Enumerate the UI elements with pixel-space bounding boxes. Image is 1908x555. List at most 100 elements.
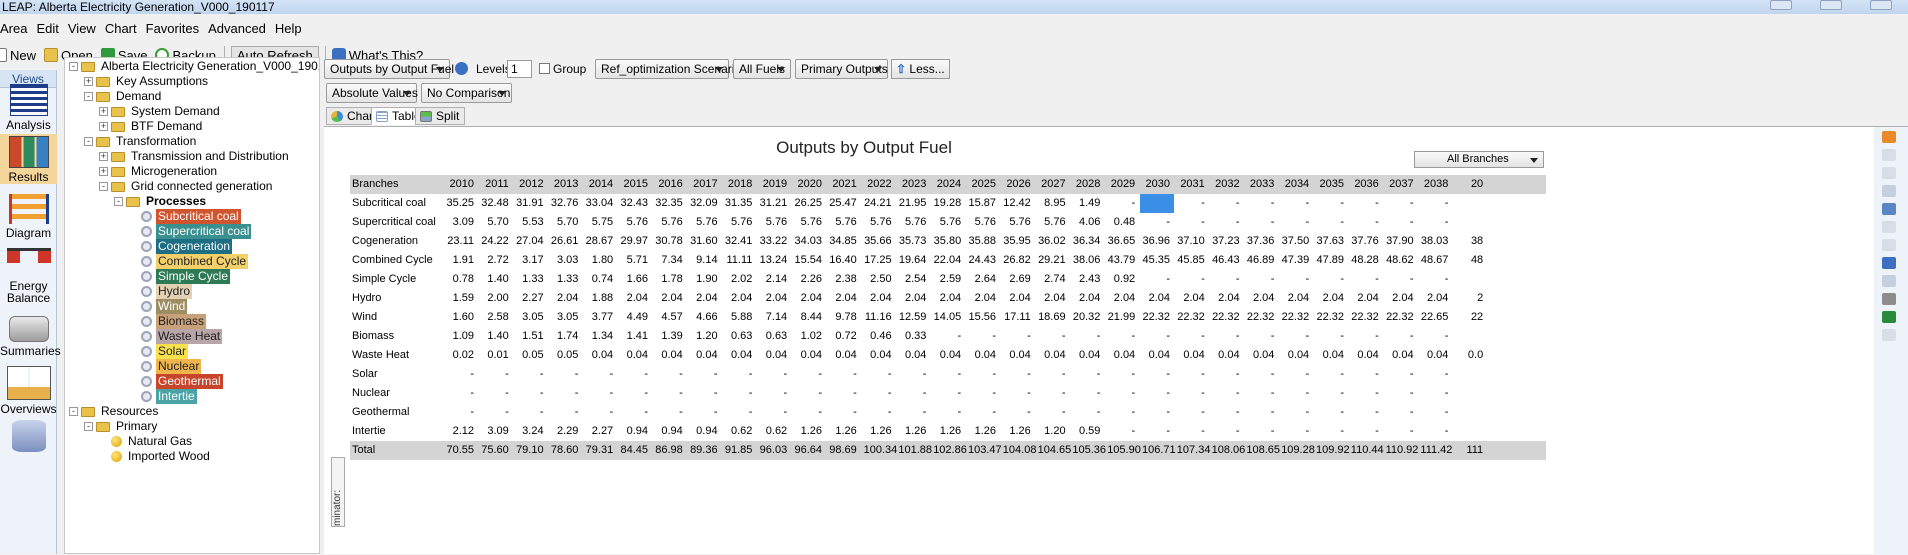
value-cell[interactable]: 35.25 bbox=[446, 194, 474, 213]
year-header[interactable]: 2023 bbox=[898, 175, 926, 194]
value-cell[interactable]: 5.76 bbox=[655, 213, 682, 232]
value-cell[interactable]: 0.74 bbox=[585, 270, 613, 289]
value-cell[interactable]: 48 bbox=[1455, 251, 1483, 270]
value-cell[interactable]: - bbox=[1281, 422, 1310, 441]
value-cell[interactable]: 4.06 bbox=[1072, 213, 1100, 232]
value-cell[interactable]: 0.48 bbox=[1107, 213, 1135, 232]
value-cell[interactable]: 47.89 bbox=[1316, 251, 1344, 270]
value-cell[interactable]: - bbox=[1351, 365, 1379, 384]
tree-root[interactable]: - Alberta Electricity Generation_V000_190… bbox=[69, 59, 319, 74]
value-cell[interactable]: - bbox=[1212, 422, 1240, 441]
value-cell[interactable]: 2.04 bbox=[794, 289, 822, 308]
value-cell[interactable]: 2.27 bbox=[516, 289, 543, 308]
value-cell[interactable]: 0.01 bbox=[481, 346, 508, 365]
expand-icon[interactable]: + bbox=[84, 77, 93, 86]
value-cell[interactable]: 2.04 bbox=[864, 289, 891, 308]
value-cell[interactable]: 15.54 bbox=[794, 251, 822, 270]
value-cell[interactable]: 48.67 bbox=[1420, 251, 1449, 270]
year-header[interactable]: 2021 bbox=[829, 175, 856, 194]
tree-process-biomass[interactable]: Biomass bbox=[129, 314, 207, 329]
value-cell[interactable]: 2.27 bbox=[585, 422, 613, 441]
value-cell[interactable]: 105.36 bbox=[1072, 441, 1106, 460]
value-cell[interactable]: 0.04 bbox=[585, 346, 613, 365]
value-cell[interactable]: 2.12 bbox=[446, 422, 474, 441]
value-cell[interactable]: - bbox=[690, 365, 718, 384]
value-cell[interactable]: 1.59 bbox=[446, 289, 474, 308]
branch-cell[interactable]: Solar bbox=[352, 365, 378, 384]
value-cell[interactable]: - bbox=[1351, 384, 1379, 403]
menu-view[interactable]: View bbox=[68, 21, 105, 36]
value-cell[interactable]: 0.04 bbox=[1003, 346, 1030, 365]
value-cell[interactable]: 0.04 bbox=[1142, 346, 1170, 365]
value-cell[interactable]: 2.02 bbox=[724, 270, 752, 289]
value-cell[interactable]: 0.33 bbox=[898, 327, 926, 346]
value-cell[interactable]: 0.62 bbox=[724, 422, 752, 441]
value-cell[interactable]: 111.42 bbox=[1420, 441, 1452, 460]
value-cell[interactable]: 0.59 bbox=[1072, 422, 1100, 441]
value-cell[interactable]: 3.09 bbox=[446, 213, 474, 232]
value-cell[interactable]: 5.76 bbox=[968, 213, 996, 232]
value-cell[interactable]: 4.49 bbox=[620, 308, 648, 327]
value-cell[interactable]: 5.88 bbox=[724, 308, 752, 327]
value-cell[interactable]: 100.34 bbox=[864, 441, 898, 460]
collapse-icon[interactable]: - bbox=[69, 62, 78, 71]
value-cell[interactable]: 15.56 bbox=[968, 308, 996, 327]
value-cell[interactable]: - bbox=[1107, 327, 1136, 346]
tree-tnd[interactable]: + Transmission and Distribution bbox=[99, 149, 291, 164]
value-cell[interactable]: 1.26 bbox=[864, 422, 891, 441]
value-cell[interactable]: 0.04 bbox=[759, 346, 787, 365]
value-cell[interactable]: - bbox=[1386, 270, 1414, 289]
tree-process-solar[interactable]: Solar bbox=[129, 344, 189, 359]
value-cell[interactable]: 0.04 bbox=[1107, 346, 1135, 365]
value-cell[interactable]: 9.78 bbox=[829, 308, 856, 327]
value-cell[interactable]: 109.28 bbox=[1281, 441, 1315, 460]
value-cell[interactable]: 21.95 bbox=[898, 194, 927, 213]
scenario-combo[interactable]: Ref_optimization Scenario bbox=[595, 59, 741, 79]
value-cell[interactable]: - bbox=[1072, 403, 1101, 422]
view-diagram[interactable]: Diagram bbox=[0, 194, 57, 240]
value-cell[interactable]: 38.06 bbox=[1072, 251, 1101, 270]
value-cell[interactable]: 36.34 bbox=[1072, 232, 1101, 251]
value-cell[interactable]: - bbox=[550, 384, 579, 403]
value-cell[interactable]: 45.85 bbox=[1177, 251, 1205, 270]
value-cell[interactable]: 0.04 bbox=[829, 346, 856, 365]
value-cell[interactable]: - bbox=[968, 384, 996, 403]
value-cell[interactable]: 5.70 bbox=[550, 213, 578, 232]
value-cell[interactable]: 1.33 bbox=[550, 270, 578, 289]
value-cell[interactable]: 1.49 bbox=[1072, 194, 1100, 213]
value-cell[interactable]: - bbox=[585, 365, 614, 384]
value-cell[interactable]: 1.20 bbox=[1038, 422, 1065, 441]
value-cell[interactable]: - bbox=[516, 365, 544, 384]
value-cell[interactable]: 16.40 bbox=[829, 251, 857, 270]
value-cell[interactable]: 0.04 bbox=[1351, 346, 1378, 365]
year-header[interactable]: 2038 bbox=[1420, 175, 1448, 194]
value-cell[interactable]: 28.67 bbox=[585, 232, 614, 251]
value-cell[interactable]: 5.76 bbox=[933, 213, 961, 232]
value-cell[interactable]: - bbox=[690, 403, 718, 422]
value-cell[interactable]: - bbox=[1212, 384, 1240, 403]
value-cell[interactable]: - bbox=[1420, 422, 1449, 441]
value-cell[interactable]: 33.04 bbox=[585, 194, 614, 213]
value-cell[interactable]: - bbox=[1003, 327, 1031, 346]
value-cell[interactable]: - bbox=[1072, 365, 1101, 384]
value-cell[interactable]: 22.32 bbox=[1386, 308, 1414, 327]
value-cell[interactable]: 1.51 bbox=[516, 327, 543, 346]
tree-demand[interactable]: - Demand bbox=[84, 89, 163, 104]
collapse-icon[interactable]: - bbox=[69, 407, 78, 416]
value-cell[interactable]: - bbox=[968, 365, 996, 384]
value-cell[interactable]: 29.97 bbox=[620, 232, 648, 251]
value-cell[interactable] bbox=[1140, 194, 1174, 213]
value-cell[interactable]: 1.26 bbox=[794, 422, 822, 441]
branches-combo[interactable]: All Branches bbox=[1414, 151, 1544, 168]
text-size-icon[interactable] bbox=[1882, 239, 1896, 251]
value-cell[interactable]: 35.66 bbox=[864, 232, 892, 251]
value-cell[interactable]: 0.04 bbox=[1386, 346, 1413, 365]
value-cell[interactable]: - bbox=[585, 384, 614, 403]
value-cell[interactable]: 32.09 bbox=[690, 194, 718, 213]
primary-outputs-combo[interactable]: Primary Outputs bbox=[795, 59, 888, 79]
value-cell[interactable]: - bbox=[1420, 213, 1449, 232]
value-cell[interactable]: 1.91 bbox=[446, 251, 474, 270]
expand-icon[interactable]: + bbox=[99, 152, 108, 161]
value-cell[interactable]: 2.04 bbox=[898, 289, 926, 308]
value-cell[interactable]: - bbox=[1386, 384, 1414, 403]
